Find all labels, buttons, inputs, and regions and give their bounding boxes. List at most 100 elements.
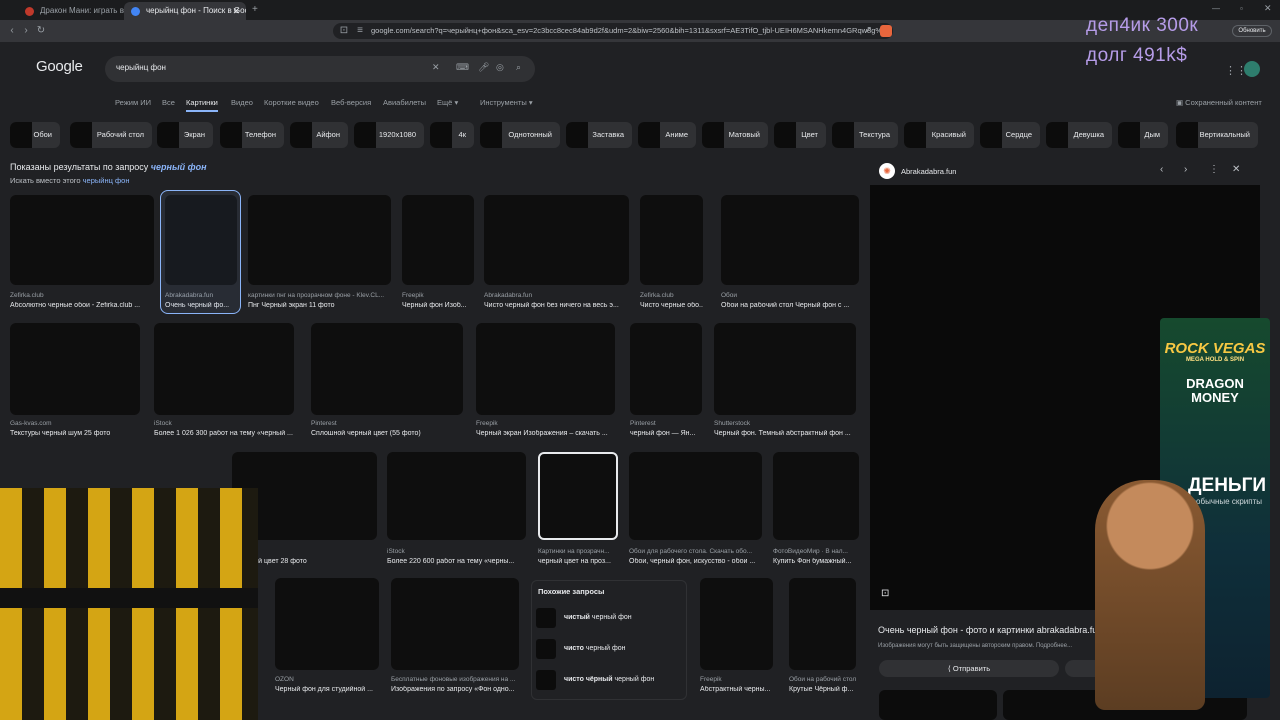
- image-source[interactable]: Freepik: [402, 292, 474, 299]
- image-thumbnail[interactable]: [387, 452, 526, 540]
- image-title[interactable]: Чисто черные обо...: [640, 302, 703, 309]
- site-info-icon[interactable]: ≡: [352, 23, 368, 39]
- image-source[interactable]: iStock: [387, 548, 526, 555]
- lens-icon[interactable]: ◎: [496, 62, 504, 73]
- image-source[interactable]: Обои на рабочий стол ...: [789, 676, 856, 683]
- image-title[interactable]: Обои на рабочий стол Черный фон с ...: [721, 302, 859, 309]
- image-title[interactable]: Абстрактный черны...: [700, 686, 773, 693]
- more-options-icon[interactable]: ⋮: [1209, 164, 1219, 175]
- clear-search-icon[interactable]: ✕: [432, 62, 440, 73]
- forward-icon[interactable]: ›: [18, 23, 34, 39]
- image-thumbnail[interactable]: [629, 452, 762, 540]
- maximize-icon[interactable]: ▫: [1240, 4, 1243, 13]
- image-thumbnail[interactable]: [773, 452, 859, 540]
- microphone-icon[interactable]: 🎤︎: [478, 62, 489, 73]
- image-thumbnail[interactable]: [700, 578, 773, 670]
- related-image[interactable]: [879, 690, 997, 720]
- image-source[interactable]: Бесплатные фоновые изображения на ...: [391, 676, 519, 683]
- image-source[interactable]: Картинки на прозрачн...: [538, 548, 618, 555]
- new-tab-icon[interactable]: +: [252, 4, 258, 15]
- filter-chip[interactable]: Обои: [10, 122, 60, 148]
- update-button[interactable]: Обновить: [1232, 25, 1272, 37]
- image-title[interactable]: Черный экран Изображения – скачать ...: [476, 430, 615, 437]
- prev-image-icon[interactable]: ‹: [1160, 164, 1163, 175]
- filter-chip[interactable]: 4к: [430, 122, 474, 148]
- image-title[interactable]: Изображения по запросу «Фон одно...: [391, 686, 519, 693]
- close-tab-icon[interactable]: ✕: [232, 2, 240, 20]
- image-source[interactable]: Обои: [721, 292, 859, 299]
- google-logo[interactable]: Google: [36, 58, 83, 75]
- original-query-link[interactable]: черыйнц фон: [83, 176, 130, 185]
- filter-chip[interactable]: Девушка: [1046, 122, 1112, 148]
- panel-site-name[interactable]: Abrakadabra.fun: [901, 167, 956, 176]
- tab-web[interactable]: Веб-версия: [331, 98, 371, 107]
- reload-icon[interactable]: ↻: [33, 23, 49, 39]
- next-image-icon[interactable]: ›: [1184, 164, 1187, 175]
- image-title[interactable]: Купить Фон бумажный...: [773, 558, 859, 565]
- image-source[interactable]: Обои для рабочего стола. Скачать обо...: [629, 548, 762, 555]
- image-thumbnail[interactable]: [640, 195, 703, 285]
- image-source[interactable]: картинки пнг на прозрачном фоне - Klev.C…: [248, 292, 391, 299]
- filter-chip[interactable]: Сердце: [980, 122, 1040, 148]
- related-item[interactable]: чистый черный фон: [536, 606, 682, 630]
- share-button[interactable]: ⟨ Отправить: [879, 660, 1059, 677]
- tab-more[interactable]: Ещё ▾: [437, 98, 458, 107]
- image-source[interactable]: Pinterest: [311, 420, 463, 427]
- tab-tools[interactable]: Инструменты ▾: [480, 98, 533, 107]
- image-title[interactable]: Более 1 026 300 работ на тему «черный ..…: [154, 430, 294, 437]
- keyboard-icon[interactable]: ⌨: [456, 62, 469, 73]
- image-source[interactable]: Zefirka.club: [10, 292, 154, 299]
- browser-tab[interactable]: Дракон Мани: играть в онлайн кази: [18, 2, 128, 20]
- image-source[interactable]: Abrakadabra.fun: [484, 292, 629, 299]
- preview-title[interactable]: Очень черный фон - фото и картинки abrak…: [878, 625, 1108, 635]
- filter-chip[interactable]: Заставка: [566, 122, 632, 148]
- image-title[interactable]: Обои, черный фон, искусство - обои ...: [629, 558, 762, 565]
- tab-images[interactable]: Картинки: [186, 98, 218, 107]
- image-source[interactable]: OZON: [275, 676, 379, 683]
- image-title[interactable]: Текстуры черный шум 25 фото: [10, 430, 140, 437]
- filter-chip[interactable]: 1920x1080: [354, 122, 424, 148]
- image-title[interactable]: Черный фон Изоб...: [402, 302, 474, 309]
- image-title[interactable]: Чисто черный фон без ничего на весь э...: [484, 302, 629, 309]
- tab-all[interactable]: Все: [162, 98, 175, 107]
- image-thumbnail[interactable]: [311, 323, 463, 415]
- image-thumbnail[interactable]: [714, 323, 856, 415]
- related-item[interactable]: чисто чёрный черный фон: [536, 668, 682, 692]
- filter-chip[interactable]: Аниме: [638, 122, 696, 148]
- image-title[interactable]: Сплошной черный цвет (55 фото): [311, 430, 463, 437]
- image-thumbnail[interactable]: [248, 195, 391, 285]
- share-icon[interactable]: ↗: [860, 23, 876, 39]
- close-panel-icon[interactable]: ✕: [1232, 164, 1240, 175]
- image-thumbnail[interactable]: [154, 323, 294, 415]
- image-thumbnail[interactable]: [789, 578, 856, 670]
- filter-chip[interactable]: Айфон: [290, 122, 348, 148]
- filter-chip[interactable]: Матовый: [702, 122, 768, 148]
- filter-chip[interactable]: Красивый: [904, 122, 974, 148]
- brave-shield-icon[interactable]: [880, 25, 892, 37]
- image-source[interactable]: Shutterstock: [714, 420, 856, 427]
- image-title[interactable]: Черный фон для студийной ...: [275, 686, 379, 693]
- tab-short-video[interactable]: Короткие видео: [264, 98, 319, 107]
- filter-chip[interactable]: Вертикальный: [1176, 122, 1258, 148]
- address-bar[interactable]: google.com/search?q=черыйнц+фон&sca_esv=…: [333, 23, 893, 39]
- image-thumbnail[interactable]: [476, 323, 615, 415]
- tab-flights[interactable]: Авиабилеты: [383, 98, 426, 107]
- search-box[interactable]: [105, 56, 535, 82]
- bookmark-page-icon[interactable]: ⊡: [336, 23, 352, 39]
- filter-chip[interactable]: Экран: [157, 122, 213, 148]
- image-source[interactable]: Freepik: [476, 420, 615, 427]
- search-icon[interactable]: ⌕: [516, 62, 521, 73]
- image-title[interactable]: Более 220 600 работ на тему «черны...: [387, 558, 526, 565]
- filter-chip[interactable]: Цвет: [774, 122, 826, 148]
- search-input[interactable]: черыйнц фон: [116, 63, 166, 72]
- corrected-query-link[interactable]: черный фон: [151, 162, 207, 172]
- image-title[interactable]: Абсолютно черные обои - Zefirka.club ...: [10, 302, 154, 309]
- image-thumbnail[interactable]: [721, 195, 859, 285]
- image-thumbnail[interactable]: [630, 323, 702, 415]
- image-thumbnail[interactable]: [484, 195, 629, 285]
- filter-chip[interactable]: Дым: [1118, 122, 1168, 148]
- image-source[interactable]: Gas-kvas.com: [10, 420, 140, 427]
- filter-chip[interactable]: Телефон: [220, 122, 284, 148]
- avatar[interactable]: [1244, 61, 1260, 77]
- image-thumbnail[interactable]: [275, 578, 379, 670]
